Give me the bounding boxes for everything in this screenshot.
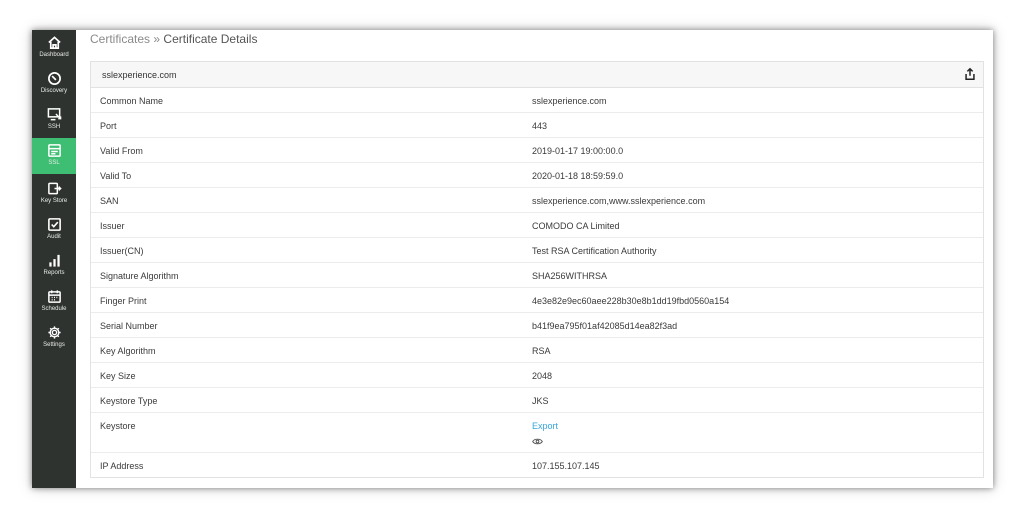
detail-row-san: SAN sslexperience.com,www.sslexperience.… xyxy=(91,188,983,213)
page-title: Certificate Details xyxy=(163,32,258,46)
detail-key: Key Algorithm xyxy=(100,346,156,356)
sidebar: Dashboard Discovery SSH SSL Key Store Au… xyxy=(32,30,76,488)
detail-value: Test RSA Certification Authority xyxy=(532,246,657,256)
sidebar-item-schedule[interactable]: Schedule xyxy=(32,284,76,318)
detail-row-keystore: Keystore Export xyxy=(91,413,983,453)
detail-key: IP Address xyxy=(100,461,144,471)
sidebar-item-discovery[interactable]: Discovery xyxy=(32,66,76,100)
detail-row-finger-print: Finger Print 4e3e82e9ec60aee228b30e8b1dd… xyxy=(91,288,983,313)
export-link[interactable]: Export xyxy=(532,421,558,431)
detail-value: SHA256WITHRSA xyxy=(532,271,608,281)
detail-key: Keystore xyxy=(100,421,136,431)
main-content: Certificates » Certificate Details sslex… xyxy=(76,30,993,488)
detail-value: sslexperience.com,www.sslexperience.com xyxy=(532,196,706,206)
sidebar-item-label: Audit xyxy=(47,234,61,240)
detail-row-valid-to: Valid To 2020-01-18 18:59:59.0 xyxy=(91,163,983,188)
sidebar-item-reports[interactable]: Reports xyxy=(32,248,76,282)
certificate-icon xyxy=(47,144,61,157)
detail-key: Key Size xyxy=(100,371,136,381)
key-store-icon xyxy=(47,182,62,195)
detail-row-port: Port 443 xyxy=(91,113,983,138)
detail-value: 2019-01-17 19:00:00.0 xyxy=(532,146,624,156)
detail-key: SAN xyxy=(100,196,119,206)
detail-value: sslexperience.com xyxy=(532,96,607,106)
detail-row-key-size: Key Size 2048 xyxy=(91,363,983,388)
detail-row-valid-from: Valid From 2019-01-17 19:00:00.0 xyxy=(91,138,983,163)
bar-chart-icon xyxy=(48,254,60,267)
breadcrumb-link-certificates[interactable]: Certificates xyxy=(90,32,150,46)
sidebar-item-audit[interactable]: Audit xyxy=(32,212,76,246)
detail-value: 2048 xyxy=(532,371,553,381)
gear-icon xyxy=(47,326,61,339)
share-export-icon[interactable] xyxy=(963,67,977,81)
breadcrumb-separator: » xyxy=(153,32,161,46)
sidebar-item-key-store[interactable]: Key Store xyxy=(32,176,76,210)
eye-icon[interactable] xyxy=(532,437,543,446)
audit-check-icon xyxy=(47,218,61,231)
detail-key: Signature Algorithm xyxy=(100,271,179,281)
detail-row-keystore-type: Keystore Type JKS xyxy=(91,388,983,413)
detail-key: Issuer xyxy=(100,221,125,231)
sidebar-item-label: SSL xyxy=(48,160,60,166)
detail-value: 107.155.107.145 xyxy=(532,461,600,471)
detail-key: Finger Print xyxy=(100,296,147,306)
home-icon xyxy=(47,36,61,49)
detail-row-signature-algorithm: Signature Algorithm SHA256WITHRSA xyxy=(91,263,983,288)
ssh-monitor-icon xyxy=(47,108,61,121)
detail-row-ip-address: IP Address 107.155.107.145 xyxy=(91,453,983,478)
detail-row-key-algorithm: Key Algorithm RSA xyxy=(91,338,983,363)
compass-icon xyxy=(47,72,61,85)
sidebar-item-label: Reports xyxy=(43,270,65,276)
app-window: Dashboard Discovery SSH SSL Key Store Au… xyxy=(32,30,993,488)
detail-value: Export xyxy=(532,421,558,431)
sidebar-item-label: Discovery xyxy=(40,88,68,94)
certificate-details-panel: sslexperience.com Common Name sslexperie… xyxy=(90,61,984,478)
detail-row-issuer-cn: Issuer(CN) Test RSA Certification Author… xyxy=(91,238,983,263)
sidebar-item-label: Schedule xyxy=(41,306,67,312)
detail-key: Port xyxy=(100,121,117,131)
sidebar-item-label: Key Store xyxy=(40,198,68,204)
detail-value: COMODO CA Limited xyxy=(532,221,620,231)
detail-value: b41f9ea795f01af42085d14ea82f3ad xyxy=(532,321,678,331)
detail-value: RSA xyxy=(532,346,551,356)
detail-value: 443 xyxy=(532,121,548,131)
detail-key: Valid To xyxy=(100,171,132,181)
detail-row-common-name: Common Name sslexperience.com xyxy=(91,88,983,113)
detail-value: 4e3e82e9ec60aee228b30e8b1dd19fbd0560a154 xyxy=(532,296,730,306)
detail-key: Valid From xyxy=(100,146,143,156)
calendar-icon xyxy=(47,290,61,303)
sidebar-item-label: SSH xyxy=(47,124,61,130)
detail-value: JKS xyxy=(532,396,549,406)
sidebar-item-settings[interactable]: Settings xyxy=(32,320,76,354)
sidebar-item-ssh[interactable]: SSH xyxy=(32,102,76,136)
panel-header: sslexperience.com xyxy=(91,62,983,88)
detail-key: Keystore Type xyxy=(100,396,158,406)
sidebar-item-label: Dashboard xyxy=(39,52,69,58)
detail-key: Issuer(CN) xyxy=(100,246,144,256)
detail-row-issuer: Issuer COMODO CA Limited xyxy=(91,213,983,238)
detail-key: Serial Number xyxy=(100,321,158,331)
breadcrumb: Certificates » Certificate Details xyxy=(90,32,257,46)
sidebar-item-label: Settings xyxy=(43,342,65,348)
panel-title: sslexperience.com xyxy=(102,70,177,80)
detail-row-serial-number: Serial Number b41f9ea795f01af42085d14ea8… xyxy=(91,313,983,338)
detail-value: 2020-01-18 18:59:59.0 xyxy=(532,171,624,181)
detail-key: Common Name xyxy=(100,96,164,106)
sidebar-item-ssl[interactable]: SSL xyxy=(32,138,76,174)
sidebar-item-dashboard[interactable]: Dashboard xyxy=(32,30,76,64)
